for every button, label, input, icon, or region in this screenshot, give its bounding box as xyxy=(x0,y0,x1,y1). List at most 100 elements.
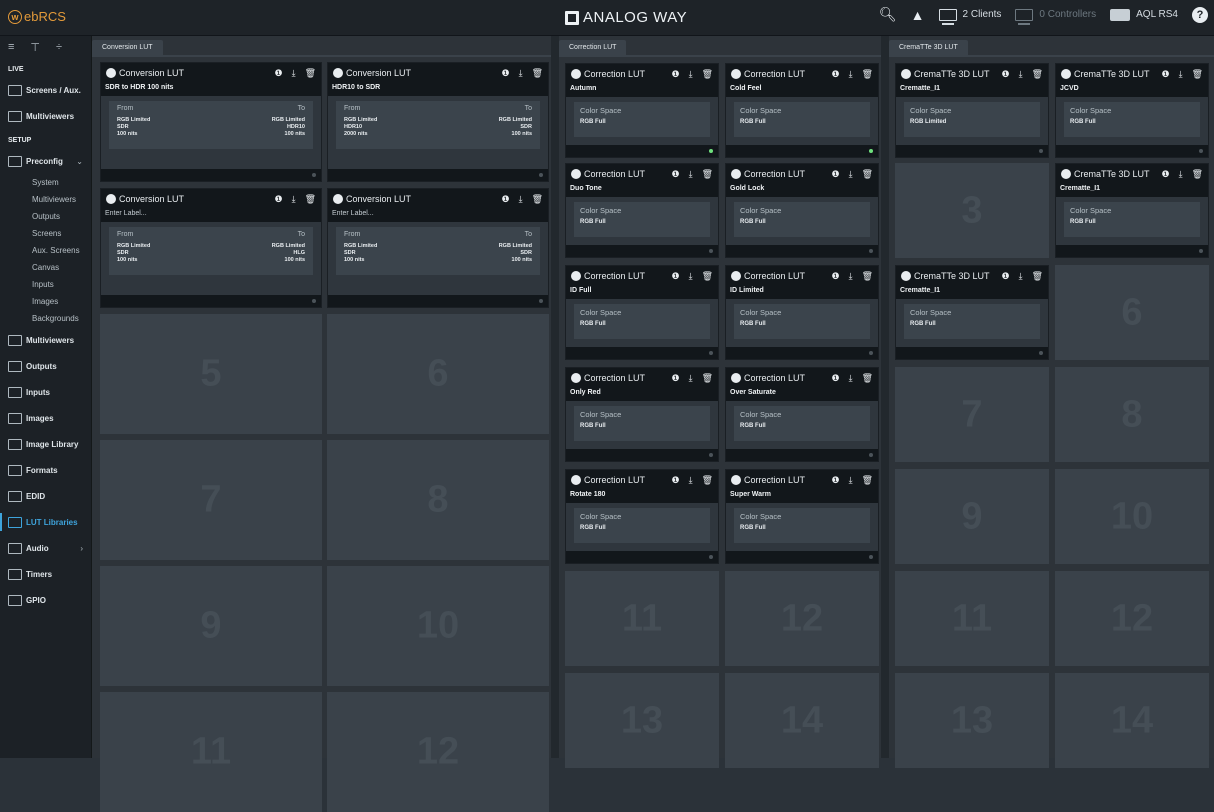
tab-correction-lut[interactable]: Correction LUT xyxy=(559,40,627,55)
info-icon[interactable]: ❶ xyxy=(1002,69,1010,80)
sidebar-item-multiviewers[interactable]: Multiviewers xyxy=(0,327,91,353)
sidebar-subitem-outputs[interactable]: Outputs xyxy=(0,208,91,225)
empty-lut-slot[interactable]: 12 xyxy=(725,571,879,666)
lut-card[interactable]: Correction LUT ❶ ⤓ 🗑︎ ID Limited Color Space R… xyxy=(725,265,879,360)
empty-lut-slot[interactable]: 14 xyxy=(1055,673,1209,768)
card-label[interactable]: Crematte_I1 xyxy=(896,84,1048,97)
card-label[interactable]: Gold Lock xyxy=(726,184,878,197)
conversion-lut-card[interactable]: Conversion LUT ❶ ⤓ 🗑︎ HDR10 to SDR From To RGB … xyxy=(327,62,549,182)
download-icon[interactable]: ⤓ xyxy=(689,69,693,80)
sidebar-item-screens-aux[interactable]: Screens / Aux. xyxy=(0,77,91,103)
empty-lut-slot[interactable]: 6 xyxy=(1055,265,1209,360)
sidebar-subitem-screens[interactable]: Screens xyxy=(0,225,91,242)
empty-lut-slot[interactable]: 9 xyxy=(895,469,1049,564)
tab-conversion-lut[interactable]: Conversion LUT xyxy=(92,40,163,55)
download-icon[interactable]: ⤓ xyxy=(292,194,296,205)
download-icon[interactable]: ⤓ xyxy=(689,169,693,180)
lut-slot[interactable]: CremaTTe 3D LUT ❶ ⤓ 🗑︎ Crematte_I1 Color Spac… xyxy=(895,63,1049,158)
empty-lut-slot[interactable]: 12 xyxy=(1055,571,1209,666)
sidebar-subitem-multiviewers[interactable]: Multiviewers xyxy=(0,191,91,208)
card-label[interactable]: Only Red xyxy=(566,388,718,401)
lut-slot[interactable]: Correction LUT ❶ ⤓ 🗑︎ Autumn Color Space RGB F… xyxy=(565,63,719,158)
sidebar-item-inputs[interactable]: Inputs xyxy=(0,379,91,405)
delete-icon[interactable]: 🗑︎ xyxy=(862,475,873,486)
info-icon[interactable]: ❶ xyxy=(672,475,680,486)
delete-icon[interactable]: 🗑︎ xyxy=(532,68,543,79)
lut-card[interactable]: Correction LUT ❶ ⤓ 🗑︎ Over Saturate Color Spa… xyxy=(725,367,879,462)
empty-lut-slot[interactable]: 7 xyxy=(100,440,322,560)
sidebar-subitem-system[interactable]: System xyxy=(0,174,91,191)
lut-card[interactable]: CremaTTe 3D LUT ❶ ⤓ 🗑︎ JCVD Color Space RGB Fu… xyxy=(1055,63,1209,158)
card-label[interactable]: ID Full xyxy=(566,286,718,299)
delete-icon[interactable]: 🗑︎ xyxy=(702,373,713,384)
lut-slot[interactable]: Correction LUT ❶ ⤓ 🗑︎ Gold Lock Color Space RG… xyxy=(725,163,879,258)
card-label[interactable]: Enter Label... xyxy=(101,209,321,222)
download-icon[interactable]: ⤓ xyxy=(1179,169,1183,180)
empty-lut-slot[interactable]: 11 xyxy=(565,571,719,666)
lut-slot[interactable]: CremaTTe 3D LUT ❶ ⤓ 🗑︎ JCVD Color Space RGB Fu… xyxy=(1055,63,1209,158)
split-icon[interactable]: ÷ xyxy=(56,41,62,53)
delete-icon[interactable]: 🗑︎ xyxy=(702,271,713,282)
lut-card[interactable]: Correction LUT ❶ ⤓ 🗑︎ Gold Lock Color Space RG… xyxy=(725,163,879,258)
lut-card[interactable]: CremaTTe 3D LUT ❶ ⤓ 🗑︎ Crematte_I1 Color Spac… xyxy=(895,265,1049,360)
sidebar-subitem-aux-screens[interactable]: Aux. Screens xyxy=(0,242,91,259)
card-label[interactable]: Crematte_I1 xyxy=(1056,184,1208,197)
info-icon[interactable]: ❶ xyxy=(832,69,840,80)
align-icon[interactable]: ⊤ xyxy=(30,41,40,54)
download-icon[interactable]: ⤓ xyxy=(689,373,693,384)
empty-lut-slot[interactable]: 10 xyxy=(327,566,549,686)
search-icon[interactable]: 🔍︎ xyxy=(879,6,897,23)
delete-icon[interactable]: 🗑︎ xyxy=(1032,69,1043,80)
card-label[interactable]: Autumn xyxy=(566,84,718,97)
info-icon[interactable]: ❶ xyxy=(832,475,840,486)
lut-card[interactable]: Correction LUT ❶ ⤓ 🗑︎ Super Warm Color Space R… xyxy=(725,469,879,564)
lut-slot[interactable]: CremaTTe 3D LUT ❶ ⤓ 🗑︎ Crematte_I1 Color Spac… xyxy=(895,265,1049,360)
empty-lut-slot[interactable]: 3 xyxy=(895,163,1049,258)
app-logo[interactable]: w ebRCS xyxy=(8,9,66,24)
lut-slot[interactable]: Correction LUT ❶ ⤓ 🗑︎ ID Limited Color Space R… xyxy=(725,265,879,360)
card-label[interactable]: Crematte_I1 xyxy=(896,286,1048,299)
card-label[interactable]: Duo Tone xyxy=(566,184,718,197)
download-icon[interactable]: ⤓ xyxy=(1019,271,1023,282)
lut-slot[interactable]: CremaTTe 3D LUT ❶ ⤓ 🗑︎ Crematte_I1 Color Spac… xyxy=(1055,163,1209,258)
empty-lut-slot[interactable]: 13 xyxy=(565,673,719,768)
lut-card[interactable]: CremaTTe 3D LUT ❶ ⤓ 🗑︎ Crematte_I1 Color Spac… xyxy=(895,63,1049,158)
sidebar-item-image-library[interactable]: Image Library xyxy=(0,431,91,457)
empty-lut-slot[interactable]: 8 xyxy=(327,440,549,560)
lut-slot[interactable]: Correction LUT ❶ ⤓ 🗑︎ Only Red Color Space RGB… xyxy=(565,367,719,462)
sidebar-subitem-images[interactable]: Images xyxy=(0,293,91,310)
download-icon[interactable]: ⤓ xyxy=(1179,69,1183,80)
sidebar-item-lut-libraries[interactable]: LUT Libraries xyxy=(0,509,91,535)
lut-card[interactable]: Correction LUT ❶ ⤓ 🗑︎ Rotate 180 Color Space R… xyxy=(565,469,719,564)
lut-slot[interactable]: Correction LUT ❶ ⤓ 🗑︎ ID Full Color Space RGB … xyxy=(565,265,719,360)
delete-icon[interactable]: 🗑︎ xyxy=(1192,169,1203,180)
info-icon[interactable]: ❶ xyxy=(832,373,840,384)
delete-icon[interactable]: 🗑︎ xyxy=(862,69,873,80)
clients-indicator[interactable]: 2 Clients xyxy=(938,8,1001,25)
download-icon[interactable]: ⤓ xyxy=(849,373,853,384)
card-label[interactable]: Cold Feel xyxy=(726,84,878,97)
download-icon[interactable]: ⤓ xyxy=(519,68,523,79)
sidebar-item-gpio[interactable]: GPIO xyxy=(0,587,91,613)
download-icon[interactable]: ⤓ xyxy=(689,271,693,282)
delete-icon[interactable]: 🗑︎ xyxy=(305,68,316,79)
lut-slot[interactable]: Conversion LUT ❶ ⤓ 🗑︎ HDR10 to SDR From To RGB … xyxy=(327,62,549,182)
download-icon[interactable]: ⤓ xyxy=(519,194,523,205)
empty-lut-slot[interactable]: 11 xyxy=(100,692,322,812)
delete-icon[interactable]: 🗑︎ xyxy=(1032,271,1043,282)
sidebar-item-live-multiviewers[interactable]: Multiviewers xyxy=(0,103,91,129)
sidebar-item-formats[interactable]: Formats xyxy=(0,457,91,483)
delete-icon[interactable]: 🗑︎ xyxy=(1192,69,1203,80)
empty-lut-slot[interactable]: 9 xyxy=(100,566,322,686)
lut-slot[interactable]: Conversion LUT ❶ ⤓ 🗑︎ Enter Label... From To RG… xyxy=(327,188,549,308)
lut-slot[interactable]: Correction LUT ❶ ⤓ 🗑︎ Duo Tone Color Space RGB… xyxy=(565,163,719,258)
lut-card[interactable]: Correction LUT ❶ ⤓ 🗑︎ Duo Tone Color Space RGB… xyxy=(565,163,719,258)
bell-icon[interactable]: ▲ xyxy=(911,7,925,23)
conversion-lut-card[interactable]: Conversion LUT ❶ ⤓ 🗑︎ Enter Label... From To RG… xyxy=(100,188,322,308)
info-icon[interactable]: ❶ xyxy=(672,373,680,384)
info-icon[interactable]: ❶ xyxy=(672,69,680,80)
sidebar-item-preconfig[interactable]: Preconfig ⌄ xyxy=(0,148,91,174)
lut-card[interactable]: Correction LUT ❶ ⤓ 🗑︎ ID Full Color Space RGB … xyxy=(565,265,719,360)
lut-card[interactable]: Correction LUT ❶ ⤓ 🗑︎ Only Red Color Space RGB… xyxy=(565,367,719,462)
info-icon[interactable]: ❶ xyxy=(832,271,840,282)
